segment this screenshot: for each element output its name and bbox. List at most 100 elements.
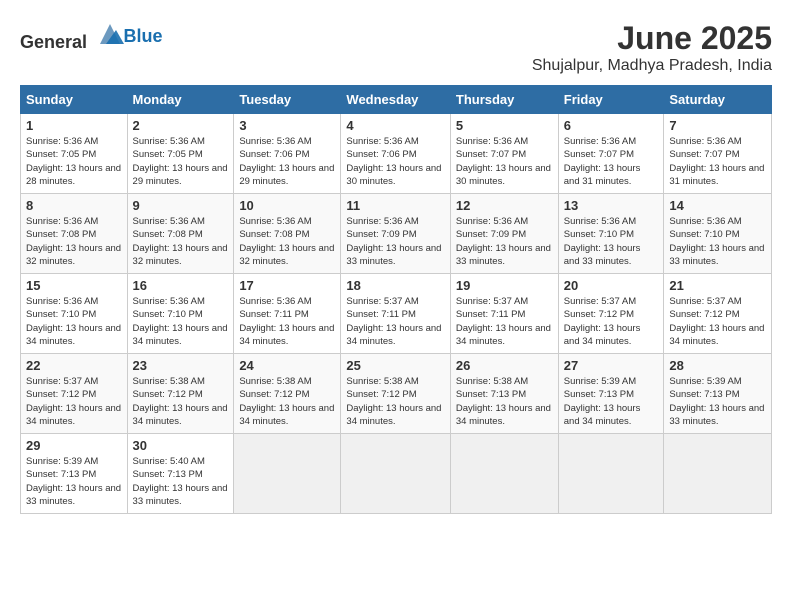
day-number: 23 <box>133 358 229 373</box>
header-saturday: Saturday <box>664 86 772 114</box>
day-number: 7 <box>669 118 766 133</box>
day-info: Sunrise: 5:40 AMSunset: 7:13 PMDaylight:… <box>133 455 229 508</box>
table-row: 27 Sunrise: 5:39 AMSunset: 7:13 PMDayligh… <box>558 354 664 434</box>
day-number: 20 <box>564 278 659 293</box>
table-row: 22 Sunrise: 5:37 AMSunset: 7:12 PMDayligh… <box>21 354 128 434</box>
table-row: 6 Sunrise: 5:36 AMSunset: 7:07 PMDaylight… <box>558 114 664 194</box>
day-number: 13 <box>564 198 659 213</box>
day-info: Sunrise: 5:36 AMSunset: 7:07 PMDaylight:… <box>564 135 659 188</box>
table-row: 24 Sunrise: 5:38 AMSunset: 7:12 PMDayligh… <box>234 354 341 434</box>
title-area: June 2025 Shujalpur, Madhya Pradesh, Ind… <box>532 20 772 75</box>
table-row: 10 Sunrise: 5:36 AMSunset: 7:08 PMDayligh… <box>234 194 341 274</box>
table-row: 30 Sunrise: 5:40 AMSunset: 7:13 PMDayligh… <box>127 434 234 514</box>
day-info: Sunrise: 5:39 AMSunset: 7:13 PMDaylight:… <box>564 375 659 428</box>
table-row: 18 Sunrise: 5:37 AMSunset: 7:11 PMDayligh… <box>341 274 450 354</box>
day-number: 28 <box>669 358 766 373</box>
day-number: 30 <box>133 438 229 453</box>
table-row <box>558 434 664 514</box>
day-info: Sunrise: 5:36 AMSunset: 7:10 PMDaylight:… <box>669 215 766 268</box>
table-row: 5 Sunrise: 5:36 AMSunset: 7:07 PMDaylight… <box>450 114 558 194</box>
day-info: Sunrise: 5:37 AMSunset: 7:12 PMDaylight:… <box>564 295 659 348</box>
day-info: Sunrise: 5:36 AMSunset: 7:09 PMDaylight:… <box>346 215 444 268</box>
day-number: 22 <box>26 358 122 373</box>
table-row: 2Sunrise: 5:36 AMSunset: 7:05 PMDaylight… <box>127 114 234 194</box>
day-number: 29 <box>26 438 122 453</box>
header-tuesday: Tuesday <box>234 86 341 114</box>
day-info: Sunrise: 5:36 AMSunset: 7:07 PMDaylight:… <box>456 135 553 188</box>
table-row <box>664 434 772 514</box>
calendar-row: 15Sunrise: 5:36 AMSunset: 7:10 PMDayligh… <box>21 274 772 354</box>
day-number: 4 <box>346 118 444 133</box>
day-number: 9 <box>133 198 229 213</box>
page-header: General Blue June 2025 Shujalpur, Madhya… <box>20 20 772 75</box>
calendar-row: 8 Sunrise: 5:36 AMSunset: 7:08 PMDaylight… <box>21 194 772 274</box>
day-info: Sunrise: 5:36 AMSunset: 7:05 PMDaylight:… <box>133 135 229 188</box>
location-title: Shujalpur, Madhya Pradesh, India <box>532 57 772 75</box>
day-number: 10 <box>239 198 335 213</box>
day-info: Sunrise: 5:36 AMSunset: 7:08 PMDaylight:… <box>239 215 335 268</box>
table-row: 21 Sunrise: 5:37 AMSunset: 7:12 PMDayligh… <box>664 274 772 354</box>
logo-general-text: General <box>20 32 87 52</box>
header-sunday: Sunday <box>21 86 128 114</box>
calendar-row: 1 Sunrise: 5:36 AMSunset: 7:05 PMDaylight… <box>21 114 772 194</box>
day-info: Sunrise: 5:36 AMSunset: 7:10 PMDaylight:… <box>564 215 659 268</box>
table-row <box>341 434 450 514</box>
table-row: 12 Sunrise: 5:36 AMSunset: 7:09 PMDayligh… <box>450 194 558 274</box>
day-info: Sunrise: 5:37 AMSunset: 7:11 PMDaylight:… <box>346 295 444 348</box>
day-number: 8 <box>26 198 122 213</box>
day-info: Sunrise: 5:38 AMSunset: 7:12 PMDaylight:… <box>239 375 335 428</box>
table-row: 13 Sunrise: 5:36 AMSunset: 7:10 PMDayligh… <box>558 194 664 274</box>
day-info: Sunrise: 5:36 AMSunset: 7:06 PMDaylight:… <box>346 135 444 188</box>
day-number: 6 <box>564 118 659 133</box>
header-monday: Monday <box>127 86 234 114</box>
table-row <box>234 434 341 514</box>
day-info: Sunrise: 5:36 AMSunset: 7:08 PMDaylight:… <box>26 215 122 268</box>
calendar-row: 22 Sunrise: 5:37 AMSunset: 7:12 PMDayligh… <box>21 354 772 434</box>
day-info: Sunrise: 5:36 AMSunset: 7:09 PMDaylight:… <box>456 215 553 268</box>
day-info: Sunrise: 5:36 AMSunset: 7:10 PMDaylight:… <box>133 295 229 348</box>
table-row: 9 Sunrise: 5:36 AMSunset: 7:08 PMDaylight… <box>127 194 234 274</box>
table-row: 15Sunrise: 5:36 AMSunset: 7:10 PMDayligh… <box>21 274 128 354</box>
table-row: 1 Sunrise: 5:36 AMSunset: 7:05 PMDaylight… <box>21 114 128 194</box>
table-row: 23Sunrise: 5:38 AMSunset: 7:12 PMDayligh… <box>127 354 234 434</box>
day-number: 11 <box>346 198 444 213</box>
day-number: 24 <box>239 358 335 373</box>
day-info: Sunrise: 5:36 AMSunset: 7:06 PMDaylight:… <box>239 135 335 188</box>
day-number: 27 <box>564 358 659 373</box>
logo-blue-text: Blue <box>124 26 163 46</box>
table-row: 28 Sunrise: 5:39 AMSunset: 7:13 PMDayligh… <box>664 354 772 434</box>
table-row: 4 Sunrise: 5:36 AMSunset: 7:06 PMDaylight… <box>341 114 450 194</box>
header-friday: Friday <box>558 86 664 114</box>
day-info: Sunrise: 5:39 AMSunset: 7:13 PMDaylight:… <box>669 375 766 428</box>
logo: General Blue <box>20 20 163 53</box>
day-info: Sunrise: 5:36 AMSunset: 7:07 PMDaylight:… <box>669 135 766 188</box>
day-info: Sunrise: 5:37 AMSunset: 7:12 PMDaylight:… <box>669 295 766 348</box>
table-row: 16Sunrise: 5:36 AMSunset: 7:10 PMDayligh… <box>127 274 234 354</box>
table-row: 11 Sunrise: 5:36 AMSunset: 7:09 PMDayligh… <box>341 194 450 274</box>
table-row: 20 Sunrise: 5:37 AMSunset: 7:12 PMDayligh… <box>558 274 664 354</box>
day-number: 1 <box>26 118 122 133</box>
day-number: 3 <box>239 118 335 133</box>
day-info: Sunrise: 5:36 AMSunset: 7:10 PMDaylight:… <box>26 295 122 348</box>
day-number: 5 <box>456 118 553 133</box>
day-number: 26 <box>456 358 553 373</box>
day-number: 21 <box>669 278 766 293</box>
day-info: Sunrise: 5:36 AMSunset: 7:05 PMDaylight:… <box>26 135 122 188</box>
day-number: 17 <box>239 278 335 293</box>
table-row: 8 Sunrise: 5:36 AMSunset: 7:08 PMDaylight… <box>21 194 128 274</box>
table-row: 14 Sunrise: 5:36 AMSunset: 7:10 PMDayligh… <box>664 194 772 274</box>
calendar-row: 29Sunrise: 5:39 AMSunset: 7:13 PMDayligh… <box>21 434 772 514</box>
table-row: 7 Sunrise: 5:36 AMSunset: 7:07 PMDaylight… <box>664 114 772 194</box>
day-info: Sunrise: 5:38 AMSunset: 7:13 PMDaylight:… <box>456 375 553 428</box>
table-row: 3 Sunrise: 5:36 AMSunset: 7:06 PMDaylight… <box>234 114 341 194</box>
calendar-table: Sunday Monday Tuesday Wednesday Thursday… <box>20 85 772 514</box>
day-number: 18 <box>346 278 444 293</box>
table-row: 29Sunrise: 5:39 AMSunset: 7:13 PMDayligh… <box>21 434 128 514</box>
table-row <box>450 434 558 514</box>
day-number: 12 <box>456 198 553 213</box>
month-title: June 2025 <box>532 20 772 57</box>
day-info: Sunrise: 5:36 AMSunset: 7:08 PMDaylight:… <box>133 215 229 268</box>
day-info: Sunrise: 5:37 AMSunset: 7:12 PMDaylight:… <box>26 375 122 428</box>
day-number: 14 <box>669 198 766 213</box>
header-wednesday: Wednesday <box>341 86 450 114</box>
